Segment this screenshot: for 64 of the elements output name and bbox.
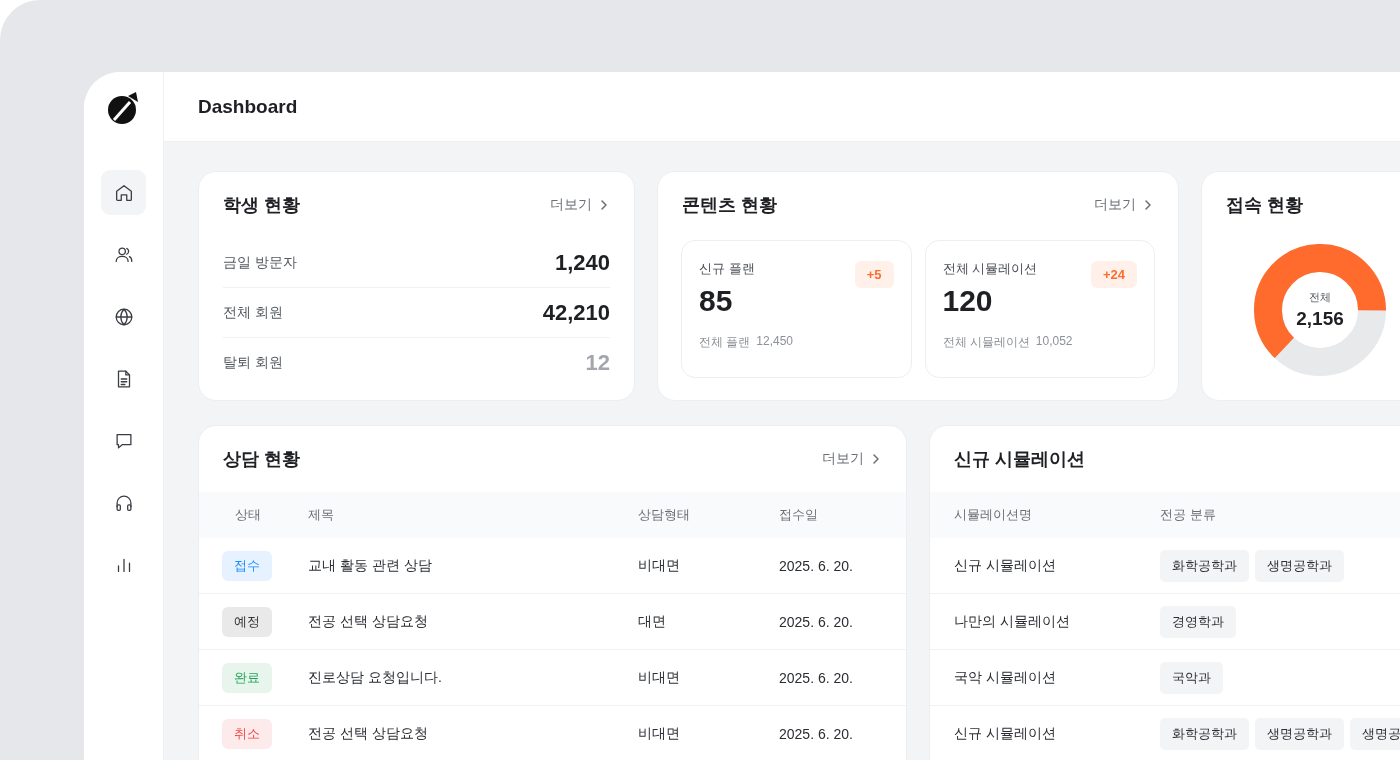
table-cell-text: 비대면 [638, 724, 681, 743]
table-cell-text: 대면 [638, 612, 667, 631]
column-header: 접수일 [779, 506, 819, 524]
status-tag: 예정 [222, 606, 272, 637]
tile-value: 85 [699, 284, 734, 318]
chevron-right-icon [598, 199, 610, 211]
major-tag: 국악과 [1160, 661, 1223, 694]
card-title: 신규 시뮬레이션 [954, 448, 1085, 471]
footer-value: 12,450 [756, 334, 794, 350]
table-cell-text: 2025. 6. 20. [779, 669, 854, 686]
major-tag: 생명공학과 [1255, 717, 1344, 750]
table-cell-text: 진로상담 요청입니다. [308, 668, 443, 687]
column-header: 시뮬레이션명 [954, 506, 1033, 524]
card-title: 접속 현황 [1226, 194, 1303, 217]
table-cell-text: 전공 선택 상담요청 [308, 612, 429, 631]
table-cell-text: 2025. 6. 20. [779, 557, 854, 574]
stat-label: 전체 회원 [223, 303, 283, 322]
table-cell-text: 2025. 6. 20. [779, 613, 854, 630]
table-cell-text: 비대면 [638, 668, 681, 687]
stat-label: 금일 방문자 [223, 253, 297, 272]
major-tag: 생명공 [1350, 717, 1400, 750]
table-cell-text: 나만의 시뮬레이션 [954, 612, 1071, 631]
nav-button[interactable] [101, 170, 146, 215]
change-badge: +5 [854, 261, 894, 288]
card-title: 학생 현황 [223, 194, 300, 217]
major-tag: 화학공학과 [1160, 717, 1249, 750]
table-cell-text: 국악 시뮬레이션 [954, 668, 1057, 687]
donut-value: 2,156 [1296, 308, 1344, 330]
status-tag: 완료 [222, 662, 272, 693]
footer-value: 10,052 [1035, 334, 1073, 350]
table-cell-text: 신규 시뮬레이션 [954, 724, 1057, 743]
column-header: 제목 [308, 506, 335, 524]
major-tag: 생명공학과 [1255, 549, 1344, 582]
change-badge: +24 [1090, 261, 1137, 288]
table-cell-text: 비대면 [638, 556, 681, 575]
stat-value: 1,240 [554, 249, 610, 276]
stat-label: 탈퇴 회원 [223, 353, 283, 372]
column-header: 전공 분류 [1160, 506, 1217, 524]
table-cell-text: 2025. 6. 20. [779, 725, 854, 742]
column-header: 상태 [234, 506, 262, 524]
stat-value: 12 [585, 349, 610, 376]
more-link[interactable]: 더보기 [822, 450, 882, 468]
status-tag: 취소 [222, 718, 272, 749]
table-cell-text: 전공 선택 상담요청 [308, 724, 429, 743]
card-title: 콘텐츠 현황 [682, 194, 777, 217]
tile-value: 120 [942, 284, 994, 318]
footer-label: 전체 시뮬레이션 [942, 334, 1030, 351]
more-link[interactable]: 더보기 [550, 196, 610, 214]
major-tag: 경영학과 [1160, 605, 1236, 638]
donut-label: 전체 [1309, 290, 1331, 305]
tile-label: 신규 플랜 [699, 260, 755, 278]
column-header: 상담형태 [638, 506, 691, 524]
stat-value: 42,210 [542, 299, 610, 326]
table-cell-text: 교내 활동 관련 상담 [308, 556, 433, 575]
tile-label: 전체 시뮬레이션 [942, 260, 1038, 278]
table-cell-text: 신규 시뮬레이션 [954, 556, 1057, 575]
card-title: 상담 현황 [223, 448, 300, 471]
more-link[interactable]: 더보기 [1094, 196, 1154, 214]
footer-label: 전체 플랜 [699, 334, 751, 351]
chevron-right-icon [870, 453, 882, 465]
page-title: Dashboard [198, 95, 298, 118]
chevron-right-icon [1142, 199, 1154, 211]
status-tag: 접수 [222, 550, 272, 581]
major-tag: 화학공학과 [1160, 549, 1249, 582]
